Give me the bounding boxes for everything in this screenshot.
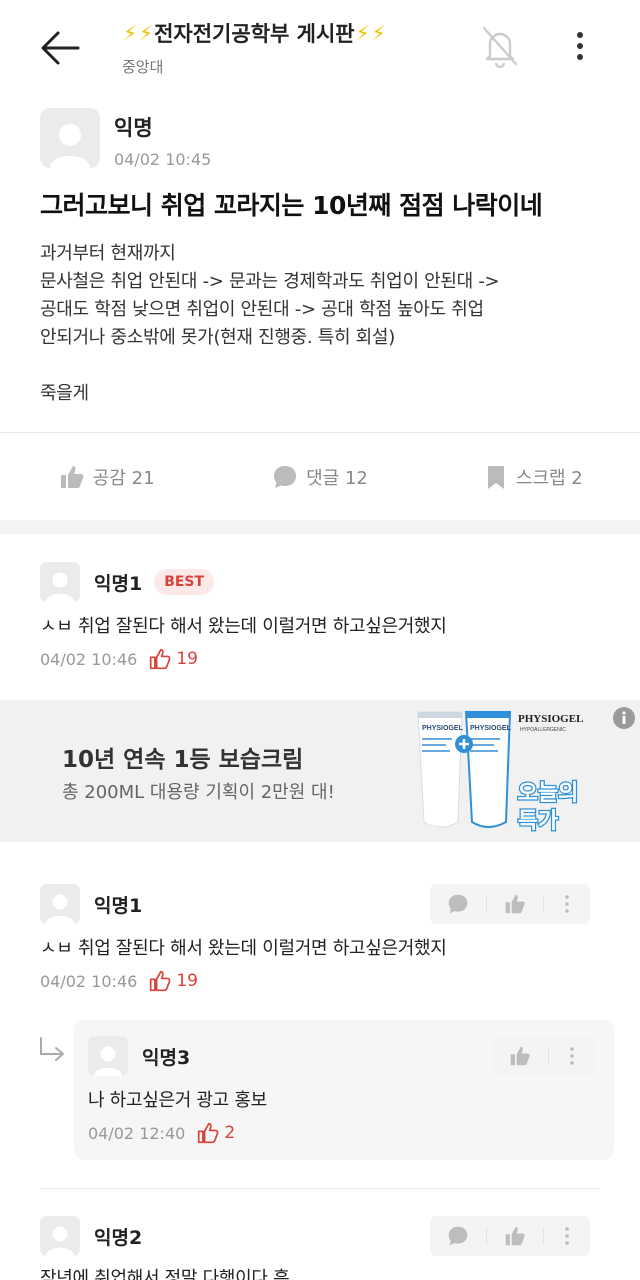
scrap-button[interactable]: 스크랩 2 xyxy=(427,452,640,502)
post-date: 04/02 10:45 xyxy=(114,150,212,169)
comment-likes: 2 xyxy=(197,1122,235,1144)
thumbs-up-outline-icon xyxy=(150,970,171,992)
more-options-icon xyxy=(565,895,569,913)
notification-off-icon[interactable] xyxy=(480,24,520,68)
like-count: 19 xyxy=(176,649,198,669)
thumbs-up-icon xyxy=(60,466,84,488)
divider xyxy=(0,432,640,433)
author-name: 익명 xyxy=(114,116,153,140)
thumbs-up-icon xyxy=(510,1046,530,1066)
best-badge: BEST xyxy=(154,569,215,595)
post-body-line: 과거부터 현재까지 xyxy=(40,243,176,264)
bookmark-icon xyxy=(487,466,504,489)
top-bar: ⚡ ⚡ 전자전기공학부 게시판 ⚡ ⚡ 중앙대 xyxy=(0,0,640,92)
comment-author: 익명2 xyxy=(94,1226,143,1249)
comment-bubble-icon xyxy=(274,466,297,488)
comment-header: 익명2 xyxy=(40,1216,142,1256)
like-button[interactable] xyxy=(487,884,543,924)
reply-arrow-icon xyxy=(40,1037,64,1061)
post-body-line: 안되거나 중소밖에 못가(현재 진행중. 특히 회설) xyxy=(40,327,395,348)
lightning-icon: ⚡ xyxy=(139,21,154,45)
section-separator xyxy=(0,520,640,534)
avatar xyxy=(40,884,80,924)
like-button[interactable] xyxy=(487,1216,543,1256)
comment-author: 익명1 xyxy=(94,894,143,917)
back-arrow-icon[interactable] xyxy=(38,26,82,70)
comment-actions xyxy=(430,1216,590,1256)
reply-button[interactable] xyxy=(430,884,486,924)
comment-count: 댓글 12 xyxy=(306,468,368,489)
ad-product-image: PHYSIOGEL PHYSIOGEL PHYSIOGEL HYPOALLERG… xyxy=(417,711,583,835)
like-button[interactable]: 공감 21 xyxy=(0,452,213,502)
ad-brand-label: PHYSIOGEL xyxy=(422,725,464,732)
board-header: ⚡ ⚡ 전자전기공학부 게시판 ⚡ ⚡ 중앙대 xyxy=(122,18,387,77)
post-body: 과거부터 현재까지 문사철은 취업 안된대 -> 문과는 경제학과도 취업이 안… xyxy=(40,240,610,408)
comment-text: 작년에 취업해서 정말 다행이다 흑 xyxy=(40,1268,290,1280)
comment-likes: 19 xyxy=(149,970,198,992)
thumbs-up-icon xyxy=(505,894,525,914)
comment-author: 익명1 xyxy=(94,572,143,595)
thumbs-up-icon xyxy=(505,1226,525,1246)
info-icon[interactable] xyxy=(612,706,636,730)
lightning-icon: ⚡ xyxy=(123,21,138,45)
ad-banner[interactable]: 10년 연속 1등 보습크림 총 200ML 대용량 기획이 2만원 대! PH… xyxy=(0,700,640,842)
more-options-icon xyxy=(565,1227,569,1245)
ad-badge: 오늘의 xyxy=(518,781,579,806)
comment-bubble-icon xyxy=(448,894,468,914)
comment-text: ㅅㅂ 취업 잘된다 해서 왔는데 이럴거면 하고싶은거했지 xyxy=(40,616,447,637)
avatar xyxy=(88,1036,128,1076)
comment-button[interactable]: 댓글 12 xyxy=(213,452,426,502)
comment-meta: 04/02 10:46 19 xyxy=(40,648,198,670)
like-count: 19 xyxy=(176,971,198,991)
board-title-text: 전자전기공학부 게시판 xyxy=(154,22,355,46)
post-body-line: 문사철은 취업 안된대 -> 문과는 경제학과도 취업이 안된대 -> xyxy=(40,271,500,292)
more-options-icon[interactable] xyxy=(566,26,594,66)
school-name: 중앙대 xyxy=(122,58,164,76)
comment-header: 익명1 BEST xyxy=(40,562,215,602)
comment-header: 익명3 xyxy=(88,1036,190,1076)
ad-subtitle: 총 200ML 대용량 기획이 2만원 대! xyxy=(62,782,335,803)
post-actions: 공감 21 댓글 12 스크랩 2 xyxy=(0,452,640,502)
more-button[interactable] xyxy=(549,1036,595,1076)
comment-header: 익명1 xyxy=(40,884,142,924)
comment-author: 익명3 xyxy=(142,1046,191,1069)
post-title: 그러고보니 취업 꼬라지는 10년째 점점 나락이네 xyxy=(40,191,543,220)
lightning-icon: ⚡ xyxy=(371,21,386,45)
comment-actions xyxy=(430,884,590,924)
comment-meta: 04/02 12:40 2 xyxy=(88,1122,235,1144)
post-author: 익명 04/02 10:45 xyxy=(40,108,211,169)
comment-text: ㅅㅂ 취업 잘된다 해서 왔는데 이럴거면 하고싶은거했지 xyxy=(40,938,447,959)
comment-date: 04/02 10:46 xyxy=(40,649,138,669)
comment-date: 04/02 12:40 xyxy=(88,1123,186,1143)
comment-bubble-icon xyxy=(448,1226,468,1246)
comment-meta: 04/02 10:46 19 xyxy=(40,970,198,992)
thumbs-up-outline-icon xyxy=(150,648,171,670)
ad-title: 10년 연속 1등 보습크림 xyxy=(62,747,304,773)
post-body-line: 죽을게 xyxy=(40,383,89,404)
ad-brand: PHYSIOGEL xyxy=(518,713,583,725)
like-count: 공감 21 xyxy=(92,468,155,489)
like-count: 2 xyxy=(224,1123,236,1143)
lightning-icon: ⚡ xyxy=(355,21,370,45)
like-button[interactable] xyxy=(492,1036,548,1076)
avatar xyxy=(40,562,80,602)
comment-date: 04/02 10:46 xyxy=(40,971,138,991)
comment-likes: 19 xyxy=(149,648,198,670)
ad-badge: 특가 xyxy=(518,809,558,834)
avatar xyxy=(40,1216,80,1256)
more-button[interactable] xyxy=(544,884,590,924)
avatar xyxy=(40,108,100,168)
board-title: ⚡ ⚡ 전자전기공학부 게시판 ⚡ ⚡ xyxy=(122,18,387,48)
divider xyxy=(40,1188,600,1189)
scrap-count: 스크랩 2 xyxy=(515,468,583,489)
thumbs-up-outline-icon xyxy=(198,1122,219,1144)
comment-actions xyxy=(492,1036,595,1076)
more-options-icon xyxy=(570,1047,574,1065)
ad-brand-sub: HYPOALLERGENIC xyxy=(520,727,566,733)
ad-brand-label: PHYSIOGEL xyxy=(470,725,512,732)
reply-button[interactable] xyxy=(430,1216,486,1256)
post-body-line: 공대도 학점 낮으면 취업이 안된대 -> 공대 학점 높아도 취업 xyxy=(40,299,484,320)
more-button[interactable] xyxy=(544,1216,590,1256)
comment-text: 나 하고싶은거 광고 홍보 xyxy=(88,1090,267,1111)
